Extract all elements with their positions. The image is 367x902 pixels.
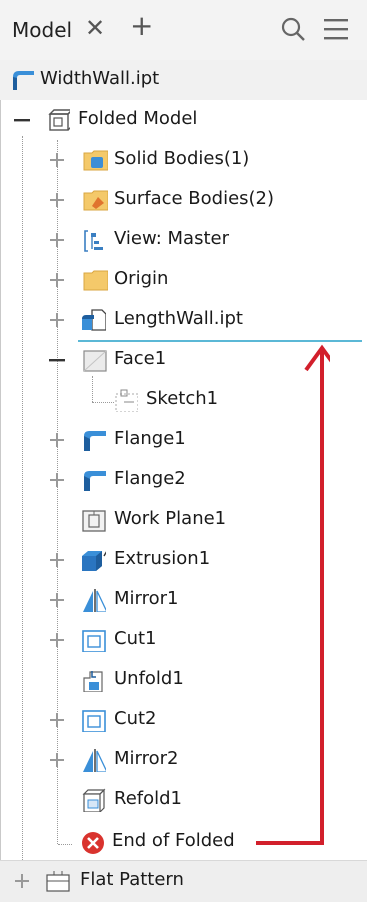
tree-item-label: Face1 — [114, 348, 167, 369]
view-rep-icon — [84, 230, 103, 252]
tree-item-label: LengthWall.ipt — [114, 308, 243, 329]
flat-pattern-icon — [46, 871, 70, 892]
tree-item-label: Folded Model — [78, 108, 198, 129]
flange-icon — [84, 431, 106, 451]
tree-item-label: Cut1 — [114, 628, 157, 649]
browser-header: Model ✕ + — [0, 0, 367, 61]
tree-item-folded-model[interactable]: Folded Model — [0, 100, 367, 140]
refold-icon — [82, 788, 106, 812]
tree-item-solid-bodies[interactable]: Solid Bodies(1) — [0, 140, 367, 180]
folder-icon — [83, 270, 108, 291]
expand-icon[interactable] — [47, 470, 67, 490]
tree-item-label: Flat Pattern — [80, 869, 184, 890]
collapse-icon[interactable] — [47, 350, 67, 370]
sketch-icon — [115, 389, 138, 412]
tree-item-origin[interactable]: Origin — [0, 260, 367, 300]
model-browser-panel: Model ✕ + WidthWall.ipt Folded Model Sol… — [0, 0, 367, 902]
expand-icon[interactable] — [47, 310, 67, 330]
work-plane-icon — [82, 510, 106, 532]
tree-item-label: Mirror2 — [114, 748, 179, 769]
folded-model-icon — [48, 109, 70, 131]
tree-item-surface-bodies[interactable]: Surface Bodies(2) — [0, 180, 367, 220]
face-icon — [83, 350, 107, 372]
expand-icon[interactable] — [47, 270, 67, 290]
expand-icon[interactable] — [47, 590, 67, 610]
tree-item-label: Origin — [114, 268, 169, 289]
expand-icon[interactable] — [12, 871, 32, 891]
mirror-icon — [83, 589, 106, 612]
expand-icon[interactable] — [47, 630, 67, 650]
expand-icon[interactable] — [47, 750, 67, 770]
expand-icon[interactable] — [47, 550, 67, 570]
derived-part-icon — [82, 309, 106, 331]
cut-icon — [82, 630, 106, 652]
tree-item-length-wall[interactable]: LengthWall.ipt — [0, 300, 367, 340]
expand-icon[interactable] — [47, 710, 67, 730]
folder-surface-icon — [83, 190, 108, 211]
mirror-icon — [83, 749, 106, 772]
sheet-metal-part-icon — [13, 71, 34, 90]
tree-item-label: View: Master — [114, 228, 229, 249]
tree-item-label: Flange1 — [114, 428, 186, 449]
tree-item-label: Flange2 — [114, 468, 186, 489]
expand-icon[interactable] — [47, 230, 67, 250]
tree-item-label: Extrusion1 — [114, 548, 211, 569]
tree-item-label: Surface Bodies(2) — [114, 188, 275, 209]
tree-item-label: End of Folded — [112, 830, 235, 851]
tree-item-label: WidthWall.ipt — [40, 68, 160, 89]
tree-item-root[interactable]: WidthWall.ipt — [0, 60, 367, 100]
move-annotation-arrow — [256, 344, 330, 845]
collapse-icon[interactable] — [12, 110, 32, 130]
expand-icon[interactable] — [47, 150, 67, 170]
cut-icon — [82, 710, 106, 732]
expand-icon[interactable] — [47, 190, 67, 210]
tree-item-label: Mirror1 — [114, 588, 179, 609]
tab-model[interactable]: Model — [12, 18, 72, 42]
tree-item-view-master[interactable]: View: Master — [0, 220, 367, 260]
tree-item-label: Solid Bodies(1) — [114, 148, 250, 169]
hamburger-menu-icon[interactable] — [322, 16, 350, 42]
tree-item-flat-pattern[interactable]: Flat Pattern — [0, 860, 367, 902]
close-tab-icon[interactable]: ✕ — [85, 14, 105, 42]
flange-icon — [84, 471, 106, 491]
tree-item-label: Cut2 — [114, 708, 157, 729]
expand-icon[interactable] — [47, 430, 67, 450]
tree-item-label: Sketch1 — [146, 388, 219, 409]
extrusion-icon — [82, 551, 106, 571]
tree-item-label: Work Plane1 — [114, 508, 227, 529]
add-tab-icon[interactable]: + — [130, 12, 153, 40]
end-of-part-icon — [82, 832, 104, 854]
unfold-icon — [83, 671, 103, 692]
search-icon[interactable] — [280, 16, 306, 42]
tree-item-label: Refold1 — [114, 788, 183, 809]
tree-item-label: Unfold1 — [114, 668, 184, 689]
folder-solid-icon — [83, 150, 108, 171]
